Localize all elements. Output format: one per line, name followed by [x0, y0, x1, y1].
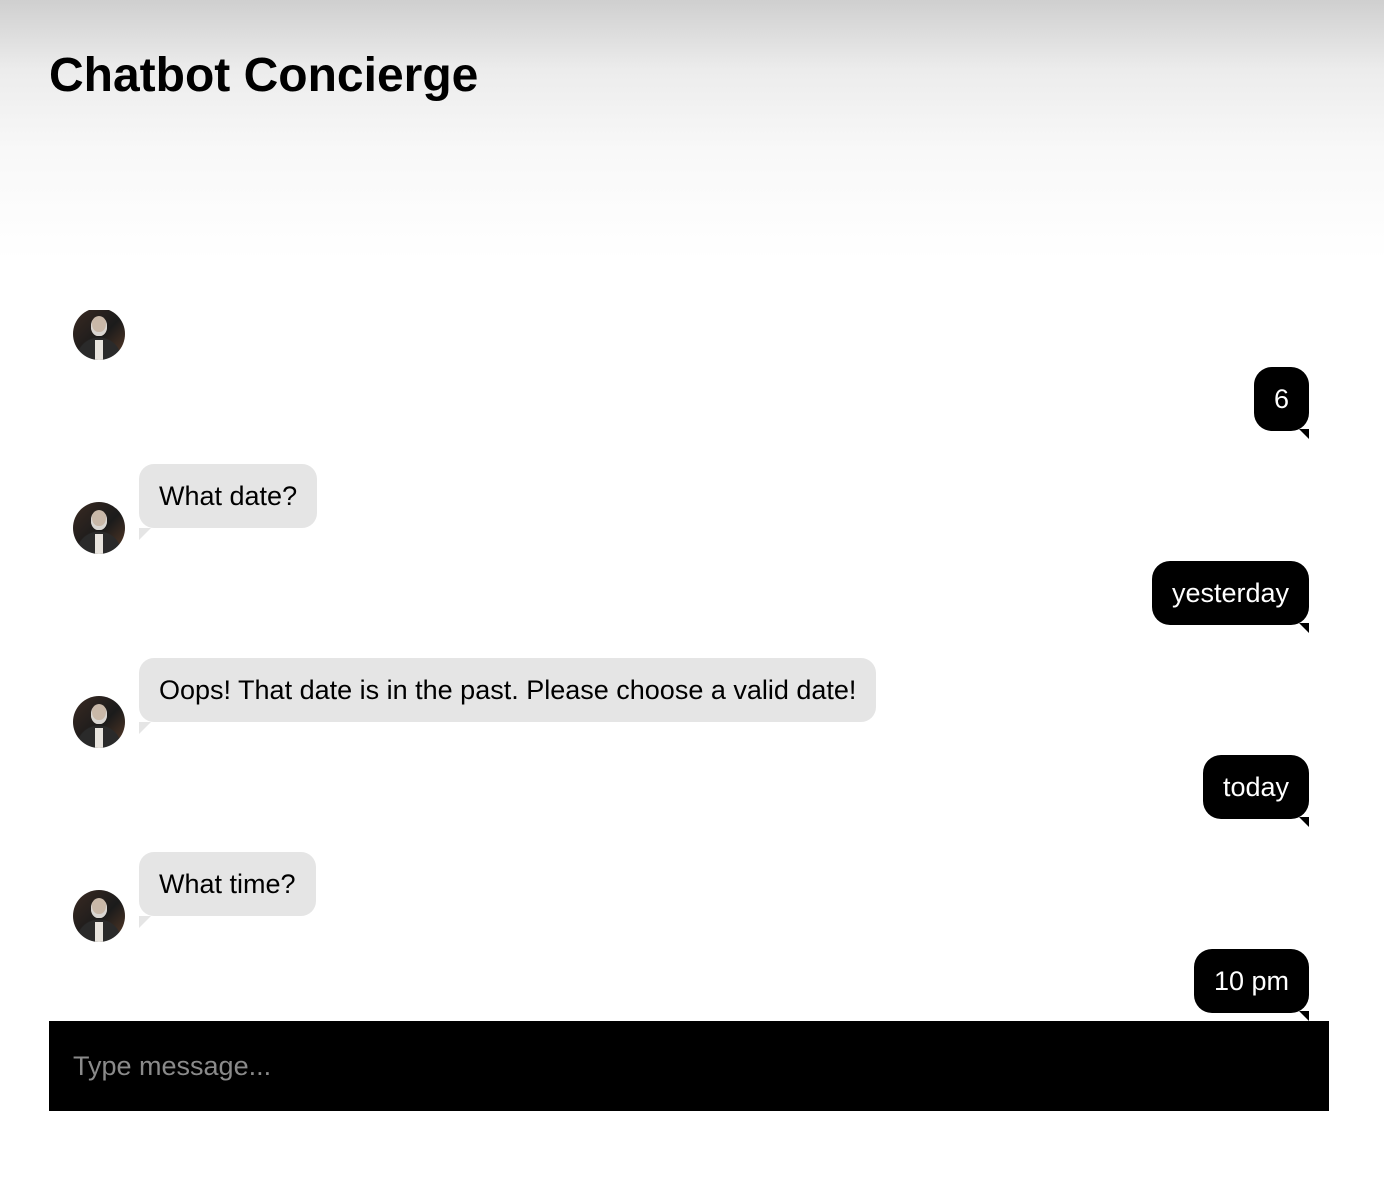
user-message-bubble: 6	[1253, 367, 1310, 439]
bot-message	[49, 310, 1329, 360]
bot-avatar-icon	[73, 890, 125, 942]
bot-message: What date?	[49, 464, 1329, 554]
user-message-bubble: today	[1202, 755, 1310, 827]
chat-scroll-content: 6 What date? yesterday Oops! That date i…	[49, 310, 1329, 1021]
user-message: yesterday	[49, 561, 1329, 633]
user-message: 6	[49, 367, 1329, 439]
bot-message-bubble: Oops! That date is in the past. Please c…	[139, 658, 877, 734]
bot-message: Oops! That date is in the past. Please c…	[49, 658, 1329, 748]
chat-log[interactable]: 6 What date? yesterday Oops! That date i…	[49, 310, 1329, 1021]
user-message: 10 pm	[49, 949, 1329, 1021]
user-message-bubble: yesterday	[1151, 561, 1310, 633]
bot-message: What time?	[49, 852, 1329, 942]
user-message-bubble: 10 pm	[1193, 949, 1310, 1021]
message-composer	[49, 1021, 1329, 1111]
page-title: Chatbot Concierge	[49, 49, 479, 102]
message-input[interactable]	[49, 1021, 1329, 1111]
bot-avatar-icon	[73, 310, 125, 360]
user-message: today	[49, 755, 1329, 827]
bot-message-bubble: What time?	[139, 852, 316, 928]
bot-message-bubble: What date?	[139, 464, 318, 540]
bot-avatar-icon	[73, 696, 125, 748]
app-header: Chatbot Concierge	[0, 0, 1384, 270]
bot-avatar-icon	[73, 502, 125, 554]
